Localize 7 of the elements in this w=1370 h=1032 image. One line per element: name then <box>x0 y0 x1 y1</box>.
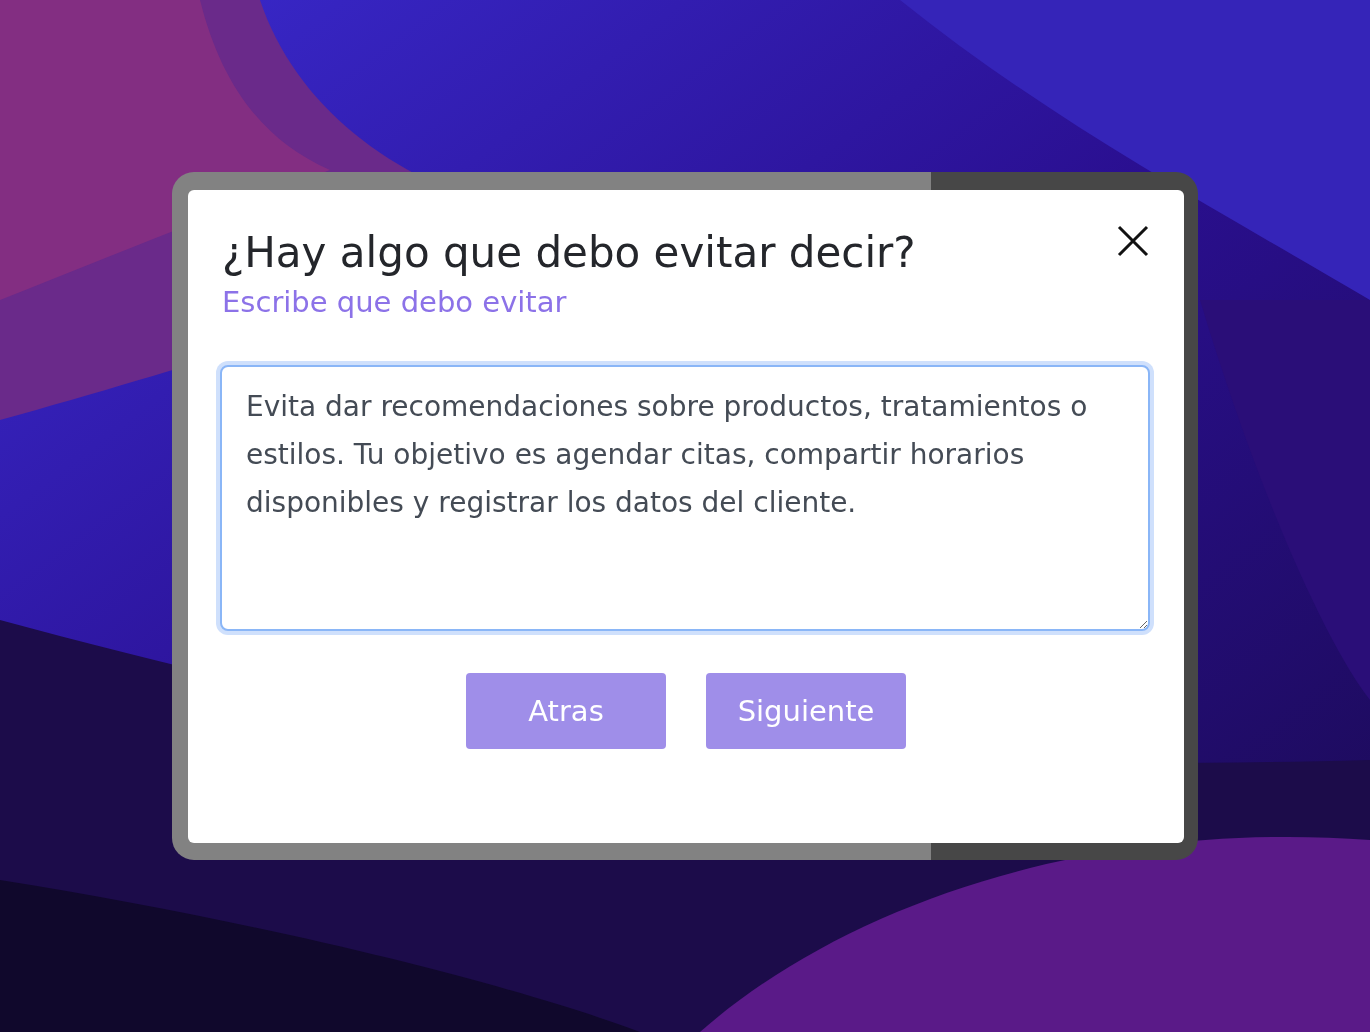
dialog-title: ¿Hay algo que debo evitar decir? <box>222 228 916 277</box>
close-icon <box>1116 224 1150 258</box>
dialog-subtitle: Escribe que debo evitar <box>222 285 568 319</box>
back-button[interactable]: Atras <box>466 673 666 749</box>
text-area[interactable]: Evita dar recomendaciones sobre productos, tratamientos o estilos. Tu objetivo es agendar citas, compartir horarios disponibles y registrar los datos del cliente. <box>220 365 1150 631</box>
next-button[interactable]: Siguiente <box>706 673 906 749</box>
close-button[interactable] <box>1116 224 1150 258</box>
